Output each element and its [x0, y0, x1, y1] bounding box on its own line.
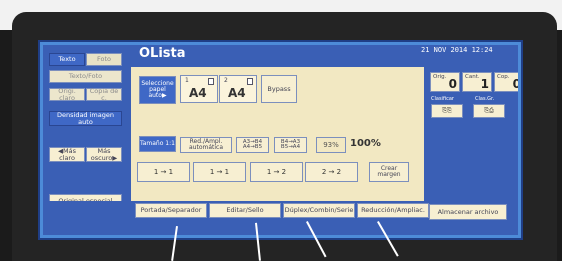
tray-1-number: 1: [185, 77, 189, 84]
darker-button[interactable]: Más oscuro▶: [86, 147, 122, 162]
preset-reduce-button[interactable]: A3→B4 A4→B5: [236, 137, 269, 153]
mode-orig-claro-button[interactable]: Origi. claro: [49, 88, 85, 101]
tray-2-number: 2: [224, 77, 228, 84]
tray-2-button[interactable]: 2 A4: [219, 75, 257, 103]
tab-cover-separator[interactable]: Portada/Separador: [135, 203, 207, 218]
auto-paper-button[interactable]: Seleccione papel auto▶: [139, 76, 176, 104]
preset-enlarge-button[interactable]: B4→A3 B5→A4: [274, 137, 307, 153]
density-auto-button[interactable]: Densidad imagen auto: [49, 111, 122, 126]
mode-text-photo-button[interactable]: Texto/Foto: [49, 70, 122, 83]
group-sort-icon: ⎘⎙: [484, 107, 494, 114]
sort-label: Clasificar: [431, 96, 454, 102]
zoom-percent-small[interactable]: 93%: [316, 137, 346, 153]
originals-counter: Orig. 0: [430, 72, 460, 92]
tray-2-size: A4: [228, 86, 246, 100]
duplex-glyph: 2 → 2: [321, 167, 342, 176]
quantity-value: 1: [480, 77, 489, 91]
tab-reduce-enlarge[interactable]: Reducción/Ampliac.: [357, 203, 429, 218]
page-title: OLista: [139, 46, 186, 61]
duplex-2-2-button[interactable]: 2 → 2: [305, 162, 358, 182]
lighter-button[interactable]: ◀Más claro: [49, 147, 85, 162]
mode-photo-button[interactable]: Foto: [86, 53, 122, 66]
tray-1-button[interactable]: 1 A4: [180, 75, 218, 103]
tray-1-size: A4: [189, 86, 207, 100]
duplex-1-1-button[interactable]: 1 → 1: [137, 162, 190, 182]
datetime-display: 21 NOV 2014 12:24: [421, 46, 493, 54]
duplex-1-1-alt-button[interactable]: 1 → 1: [193, 162, 246, 182]
copies-label: Cop.: [497, 74, 510, 80]
duplex-glyph: 1 → 2: [266, 167, 287, 176]
group-sort-button[interactable]: ⎘⎙: [473, 104, 505, 118]
size-1-1-button[interactable]: Tamaño 1:1: [139, 136, 176, 152]
mode-text-button[interactable]: Texto: [49, 53, 85, 66]
tab-edit-stamp[interactable]: Editar/Sello: [209, 203, 281, 218]
quantity-counter: Cant. 1: [462, 72, 492, 92]
sort-icon: ⎘⎘: [442, 107, 452, 114]
quantity-label: Cant.: [465, 74, 480, 80]
bypass-tray-button[interactable]: Bypass: [261, 75, 297, 103]
paper-icon: [208, 78, 214, 85]
auto-reduce-enlarge-button[interactable]: Red./Ampl. automática: [180, 137, 232, 153]
copies-value: 0: [512, 77, 521, 91]
originals-value: 0: [448, 77, 457, 91]
tab-duplex-combine[interactable]: Dúplex/Combin/Serie: [283, 203, 355, 218]
duplex-1-2-button[interactable]: 1 → 2: [250, 162, 303, 182]
copies-counter: Cop. 0: [494, 72, 521, 92]
touch-screen: OLista 21 NOV 2014 12:24 Texto Foto Text…: [40, 42, 521, 238]
duplex-glyph: 1 → 1: [153, 167, 174, 176]
sort-button[interactable]: ⎘⎘: [431, 104, 463, 118]
store-file-button[interactable]: Almacenar archivo: [429, 204, 507, 220]
mode-copia-button[interactable]: Copia de c.: [86, 88, 122, 101]
create-margin-button[interactable]: Crear margen: [369, 162, 409, 182]
duplex-glyph: 1 → 1: [209, 167, 230, 176]
paper-icon: [247, 78, 253, 85]
zoom-percent-display: 100%: [350, 138, 381, 149]
originals-label: Orig.: [433, 74, 447, 80]
group-sort-label: Clas.Gr.: [475, 96, 495, 102]
